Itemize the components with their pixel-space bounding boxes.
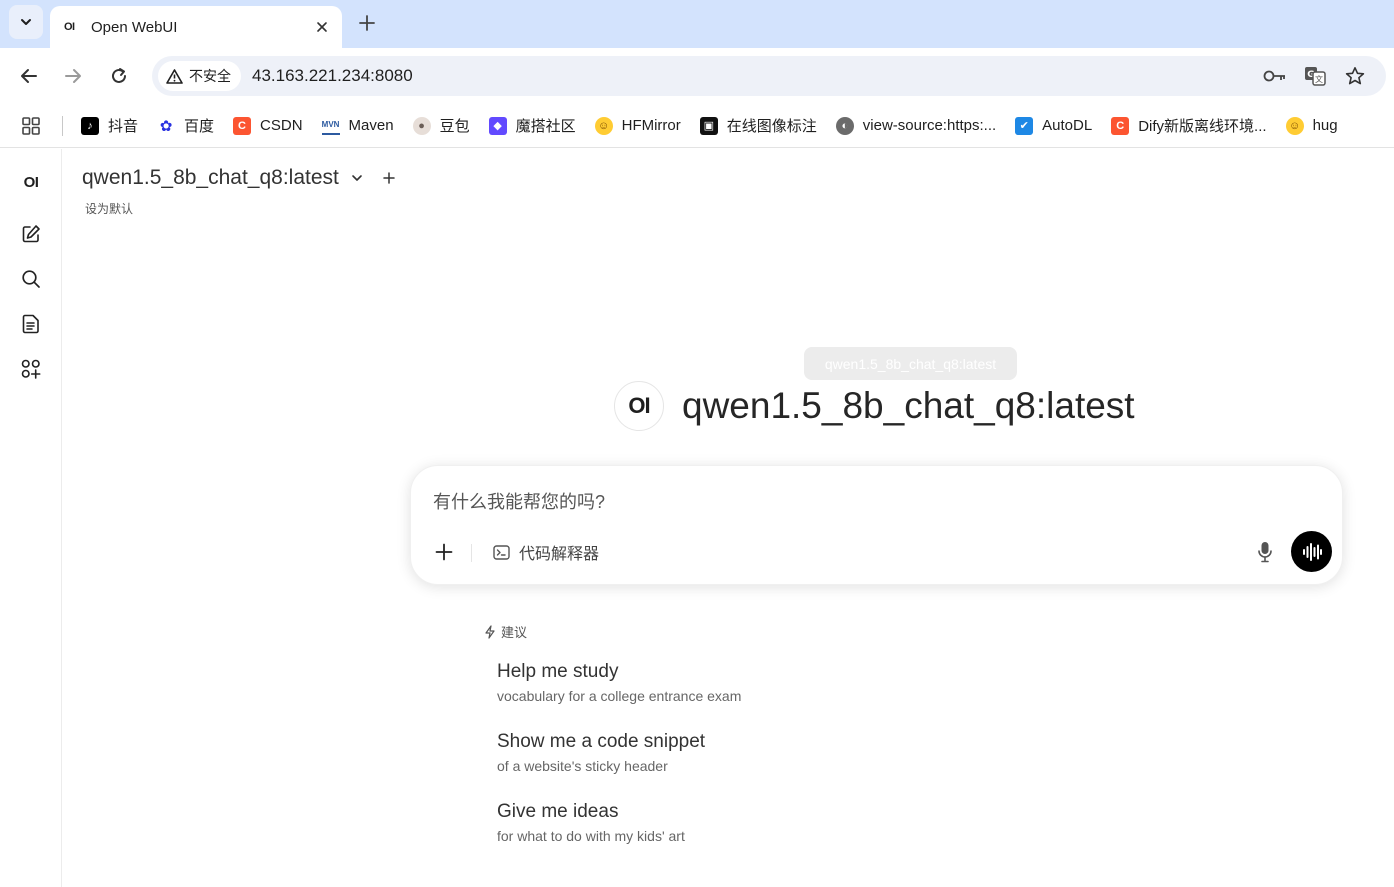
- doubao-icon: ●: [412, 116, 431, 135]
- bookmark-view-source[interactable]: ◐ view-source:https:...: [826, 111, 1005, 141]
- suggestion-subtitle: of a website's sticky header: [497, 758, 668, 774]
- security-chip[interactable]: 不安全: [158, 61, 241, 91]
- forward-button[interactable]: [59, 62, 87, 90]
- bolt-icon: [483, 624, 497, 639]
- model-tooltip: qwen1.5_8b_chat_q8:latest: [804, 347, 1017, 380]
- autodl-icon: ✔: [1015, 116, 1034, 135]
- douyin-icon: ♪: [81, 116, 99, 135]
- workspace-icon: [21, 359, 41, 379]
- browser-tab[interactable]: OI Open WebUI: [50, 6, 342, 48]
- maven-icon: MVN: [321, 116, 340, 135]
- back-button[interactable]: [15, 62, 43, 90]
- bookmark-hug[interactable]: ☺ hug: [1276, 111, 1347, 141]
- hero: OI qwen1.5_8b_chat_q8:latest: [614, 381, 1135, 431]
- hf-emoji-icon: ☺: [594, 116, 613, 135]
- bookmark-baidu[interactable]: ✿ 百度: [147, 111, 223, 141]
- workspace-button[interactable]: [17, 355, 45, 383]
- voice-mode-button[interactable]: [1291, 531, 1332, 572]
- address-bar[interactable]: 不安全 43.163.221.234:8080 G文: [152, 56, 1386, 96]
- modelscope-icon: ◆: [488, 116, 507, 135]
- bookmark-image-annotation[interactable]: ▣ 在线图像标注: [690, 111, 826, 141]
- chat-input[interactable]: 有什么我能帮您的吗?: [433, 488, 605, 514]
- bookmark-autodl[interactable]: ✔ AutoDL: [1005, 111, 1101, 141]
- new-chat-icon: [22, 225, 40, 243]
- selected-model-name[interactable]: qwen1.5_8b_chat_q8:latest: [82, 166, 339, 190]
- app-sidebar: OI: [0, 149, 62, 887]
- new-chat-button[interactable]: [17, 220, 45, 248]
- reload-button[interactable]: [105, 62, 133, 90]
- bookmark-maven[interactable]: MVN Maven: [312, 111, 403, 141]
- forward-icon: [65, 69, 81, 83]
- dictate-button[interactable]: [1253, 539, 1277, 565]
- suggestion-subtitle: vocabulary for a college entrance exam: [497, 688, 742, 704]
- tab-search-button[interactable]: [9, 5, 43, 39]
- tab-favicon-icon: OI: [64, 21, 75, 33]
- waveform-icon: [1302, 542, 1322, 561]
- plus-icon: [359, 15, 375, 31]
- chat-composer: 有什么我能帮您的吗? 代码解释器: [410, 465, 1343, 585]
- star-icon[interactable]: [1343, 65, 1367, 87]
- bookmark-douyin[interactable]: ♪ 抖音: [71, 111, 147, 141]
- notes-icon: [22, 314, 39, 334]
- chevron-down-icon: [21, 19, 31, 25]
- notes-button[interactable]: [17, 310, 45, 338]
- suggestion-item[interactable]: Give me ideas for what to do with my kid…: [497, 801, 685, 844]
- plus-icon: [383, 172, 395, 184]
- tab-strip: OI Open WebUI: [0, 0, 1394, 48]
- apps-grid-button[interactable]: [0, 104, 62, 147]
- code-interpreter-toggle[interactable]: 代码解释器: [493, 539, 599, 565]
- warning-icon: [166, 68, 183, 84]
- suggestions-heading: 建议: [483, 622, 527, 641]
- code-interpreter-label: 代码解释器: [519, 546, 600, 563]
- url-text[interactable]: 43.163.221.234:8080: [252, 66, 413, 86]
- model-selector[interactable]: qwen1.5_8b_chat_q8:latest: [82, 166, 395, 190]
- suggestion-subtitle: for what to do with my kids' art: [497, 828, 685, 844]
- apps-grid-icon: [22, 116, 40, 135]
- svg-text:文: 文: [1315, 74, 1323, 84]
- bookmark-dify[interactable]: C Dify新版离线环境...: [1101, 111, 1275, 141]
- suggestion-item[interactable]: Help me study vocabulary for a college e…: [497, 661, 741, 704]
- bookmarks-bar: ♪ 抖音 ✿ 百度 C CSDN MVN Maven ● 豆包 ◆ 魔搭社区 ☺ HFMirr…: [0, 104, 1394, 148]
- annotation-icon: ▣: [699, 116, 718, 135]
- bookmarks-separator: [62, 115, 63, 136]
- search-icon: [22, 270, 40, 288]
- reload-icon: [112, 68, 126, 83]
- chevron-down-icon[interactable]: [351, 172, 363, 184]
- set-default-link[interactable]: 设为默认: [85, 200, 133, 217]
- bookmark-doubao[interactable]: ● 豆包: [403, 111, 479, 141]
- terminal-icon: [493, 544, 510, 560]
- hf-emoji-icon: ☺: [1285, 116, 1304, 135]
- microphone-icon: [1258, 542, 1272, 563]
- plus-icon: [435, 543, 453, 561]
- bookmark-hfmirror[interactable]: ☺ HFMirror: [585, 111, 690, 141]
- suggestion-title: Help me study: [497, 661, 619, 682]
- search-button[interactable]: [17, 265, 45, 293]
- bookmark-csdn[interactable]: C CSDN: [223, 111, 312, 141]
- csdn-icon: C: [1111, 116, 1130, 135]
- key-icon[interactable]: [1263, 65, 1287, 87]
- browser-toolbar: 不安全 43.163.221.234:8080 G文: [0, 48, 1394, 104]
- back-icon: [21, 69, 37, 83]
- baidu-icon: ✿: [157, 116, 176, 135]
- suggestion-title: Give me ideas: [497, 801, 619, 822]
- globe-icon: ◐: [835, 116, 854, 135]
- tab-title: Open WebUI: [91, 18, 178, 36]
- close-icon[interactable]: [312, 17, 332, 37]
- hero-model-title: qwen1.5_8b_chat_q8:latest: [682, 385, 1135, 426]
- new-tab-button[interactable]: [354, 10, 380, 36]
- attach-button[interactable]: [431, 539, 457, 565]
- bookmark-modelscope[interactable]: ◆ 魔搭社区: [479, 111, 585, 141]
- translate-icon[interactable]: G文: [1303, 65, 1327, 87]
- openwebui-logo[interactable]: OI: [17, 168, 45, 196]
- model-avatar: OI: [614, 381, 664, 431]
- security-label: 不安全: [189, 68, 231, 84]
- suggestion-title: Show me a code snippet: [497, 731, 706, 752]
- composer-divider: [471, 544, 472, 562]
- csdn-icon: C: [233, 116, 252, 135]
- suggestion-item[interactable]: Show me a code snippet of a website's st…: [497, 731, 705, 774]
- add-model-button[interactable]: [383, 172, 395, 184]
